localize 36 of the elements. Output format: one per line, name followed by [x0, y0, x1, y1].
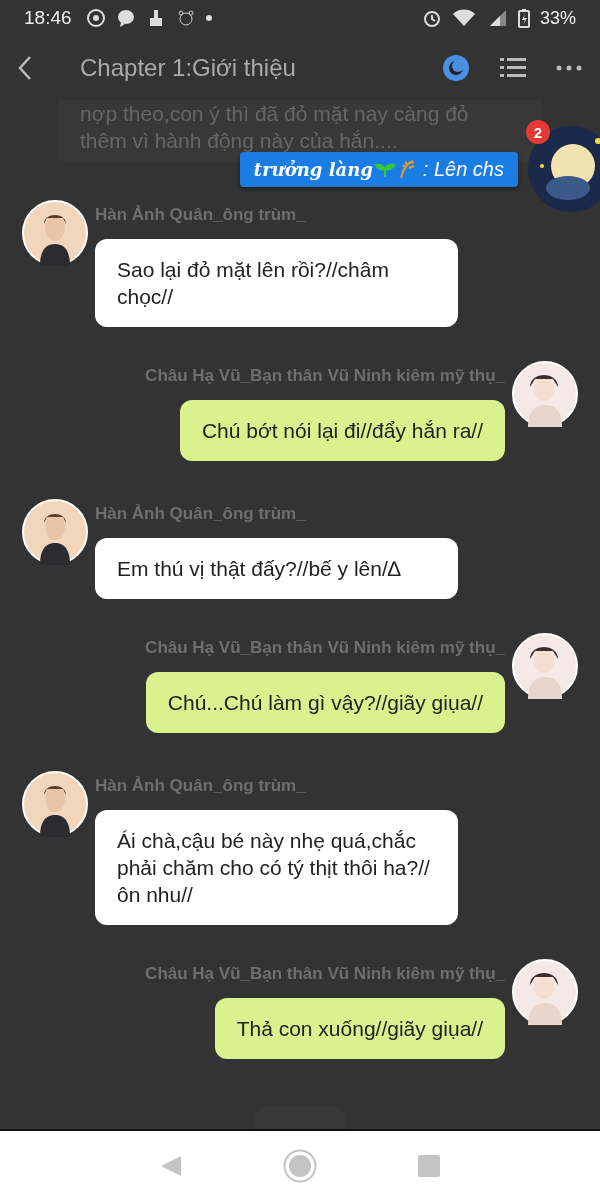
- message-bubble: Ái chà,cậu bé này nhẹ quá,chắc phải chăm cho có tý thịt thôi ha?//ôn nhu//: [95, 810, 458, 925]
- message-bubble: Chú bớt nói lại đi//đẩy hắn ra//: [179, 400, 505, 461]
- sender-name: Châu Hạ Vũ_Bạn thân Vũ Ninh kiêm mỹ thụ_: [145, 638, 505, 658]
- avatar[interactable]: [22, 499, 88, 565]
- chapter-title: Chapter 1:Giới thiệu: [80, 54, 297, 82]
- sender-name: Châu Hạ Vũ_Bạn thân Vũ Ninh kiêm mỹ thụ_: [145, 964, 505, 984]
- sprout-icon: [374, 161, 395, 177]
- wifi-icon: [451, 8, 478, 28]
- avatar[interactable]: [512, 633, 578, 699]
- status-time: 18:46: [24, 7, 72, 29]
- back-icon[interactable]: [16, 54, 34, 82]
- sender-name: Hàn Ảnh Quân_ông trùm_: [95, 776, 306, 796]
- list-icon[interactable]: [500, 57, 526, 79]
- bear-icon: [175, 8, 196, 28]
- avatar[interactable]: [528, 126, 600, 212]
- sender-name: Hàn Ảnh Quân_ông trùm_: [95, 504, 306, 524]
- avatar[interactable]: [512, 361, 578, 427]
- battery-icon: [517, 8, 530, 28]
- messenger-icon: [115, 8, 136, 28]
- avatar[interactable]: [512, 959, 578, 1025]
- message-bubble: Sao lại đỏ mặt lên rồi?//châm chọc//: [95, 239, 458, 327]
- app-notification-icon: [85, 8, 106, 28]
- sender-name: Hàn Ảnh Quân_ông trùm_: [95, 205, 306, 225]
- battery-percent: 33%: [539, 7, 576, 29]
- message-bubble: Chú...Chú làm gì vậy?//giãy giụa//: [145, 672, 505, 733]
- avatar[interactable]: [22, 771, 88, 837]
- sender-name: Châu Hạ Vũ_Bạn thân Vũ Ninh kiêm mỹ thụ_: [145, 366, 505, 386]
- avatar[interactable]: [22, 200, 88, 266]
- alarm-icon: [421, 8, 442, 28]
- message-preview: : Lên chs: [422, 157, 504, 181]
- sender-name: trưởng làng: [253, 158, 373, 180]
- notification-bubble[interactable]: trưởng làng : Lên chs: [239, 151, 518, 187]
- message-bubble: Thả con xuống//giãy giụa//: [214, 998, 505, 1059]
- dot-icon: [205, 15, 212, 21]
- message-bubble: Em thú vị thật đấy?//bế y lên/∆: [95, 538, 458, 599]
- more-icon[interactable]: [556, 64, 582, 72]
